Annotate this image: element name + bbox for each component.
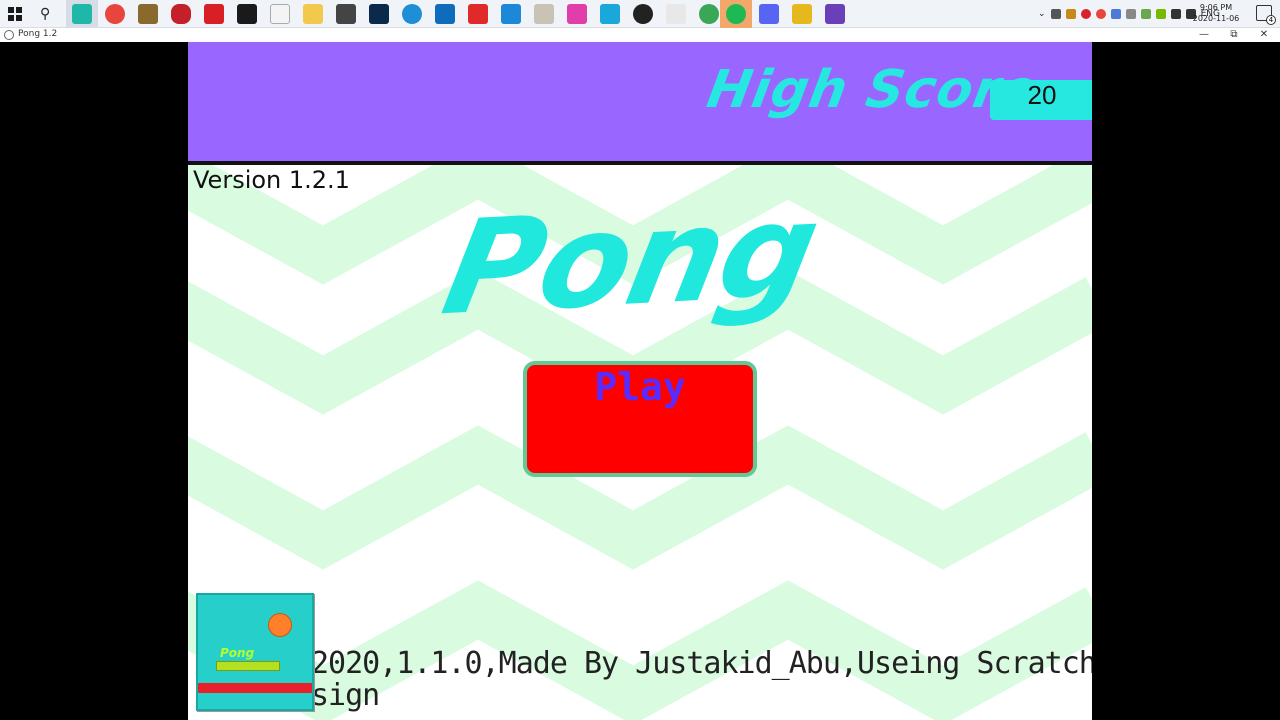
version-label: Version 1.2.1: [193, 166, 350, 194]
tray-battery-icon[interactable]: [1170, 9, 1181, 19]
file-icon[interactable]: [270, 4, 290, 24]
window-titlebar: Pong 1.2 — ⧉ ✕: [0, 28, 1280, 42]
tray-chrome-icon[interactable]: [1095, 9, 1106, 19]
header-divider: [188, 161, 1092, 165]
chrome-icon[interactable]: [105, 4, 125, 24]
app-icon-blue[interactable]: [600, 4, 620, 24]
paddle-icon: [216, 661, 280, 671]
edge-icon[interactable]: [402, 4, 422, 24]
minimize-button[interactable]: —: [1190, 28, 1218, 42]
folder-icon[interactable]: [303, 4, 323, 24]
netflix-icon[interactable]: [204, 4, 224, 24]
store-icon[interactable]: [336, 4, 356, 24]
windows-start-icon[interactable]: [8, 7, 22, 21]
terminal-icon[interactable]: [237, 4, 257, 24]
window-title: Pong 1.2: [18, 29, 58, 39]
mail-icon[interactable]: [435, 4, 455, 24]
high-score-value: 20: [1027, 80, 1057, 110]
search-icon[interactable]: ⚲: [40, 6, 56, 22]
game-stage[interactable]: High Score 20 Version 1.2.1 Pong Play 20…: [188, 42, 1092, 720]
restore-button[interactable]: ⧉: [1220, 28, 1248, 42]
app-icon-arrow[interactable]: [501, 4, 521, 24]
notification-center-icon[interactable]: 4: [1256, 5, 1276, 25]
high-score-display: 20: [990, 80, 1092, 120]
taskbar-clock[interactable]: 9:06 PM 2020-11-06: [1190, 2, 1242, 24]
spotify-icon[interactable]: [726, 4, 746, 24]
taskbar: ⚲ ⌄ ENG 9:06 PM 2020-11-06 4: [0, 0, 1280, 28]
chrome-alt-icon[interactable]: [699, 4, 719, 24]
tray-shield-icon[interactable]: [1110, 9, 1121, 19]
among-us-icon[interactable]: [171, 4, 191, 24]
game-title-logo: Pong: [432, 173, 829, 345]
thumbnail-red-bar: [198, 683, 312, 693]
credits-line-1: 2020,1.1.0,Made By Justakid_Abu,Useing S…: [311, 646, 1092, 681]
close-button[interactable]: ✕: [1250, 28, 1278, 42]
play-button[interactable]: Play: [523, 361, 757, 477]
clock-time: 9:06 PM: [1199, 3, 1233, 12]
clock-date: 2020-11-06: [1192, 14, 1240, 23]
unity-icon[interactable]: [666, 4, 686, 24]
play-button-label: Play: [594, 365, 686, 409]
app-icon-rh[interactable]: [792, 4, 812, 24]
app-icon-pong[interactable]: [72, 4, 92, 24]
discord-icon[interactable]: [759, 4, 779, 24]
tray-network-icon[interactable]: [1140, 9, 1151, 19]
credits-text: 2020,1.1.0,Made By Justakid_Abu,Useing S…: [238, 648, 1092, 712]
tray-app-icon-2[interactable]: [1065, 9, 1076, 19]
app-icon-notes[interactable]: [138, 4, 158, 24]
tray-usb-icon[interactable]: [1125, 9, 1136, 19]
tray-opera-icon[interactable]: [1080, 9, 1091, 19]
app-icon-pink[interactable]: [567, 4, 587, 24]
obs-icon[interactable]: [633, 4, 653, 24]
ball-icon: [268, 613, 292, 637]
thumbnail-label: Pong: [220, 646, 255, 660]
game-thumbnail: Pong: [196, 593, 314, 711]
app-icon-purple[interactable]: [825, 4, 845, 24]
paint-icon[interactable]: [534, 4, 554, 24]
tray-app-icon[interactable]: [1050, 9, 1061, 19]
credits-line-2: sign: [311, 678, 380, 713]
tray-nvidia-icon[interactable]: [1155, 9, 1166, 19]
tray-chevron-icon[interactable]: ⌄: [1038, 9, 1046, 19]
roblox-icon[interactable]: [468, 4, 488, 24]
window-app-icon: [4, 30, 14, 40]
photoshop-icon[interactable]: [369, 4, 389, 24]
notification-count-badge: 4: [1266, 15, 1276, 25]
